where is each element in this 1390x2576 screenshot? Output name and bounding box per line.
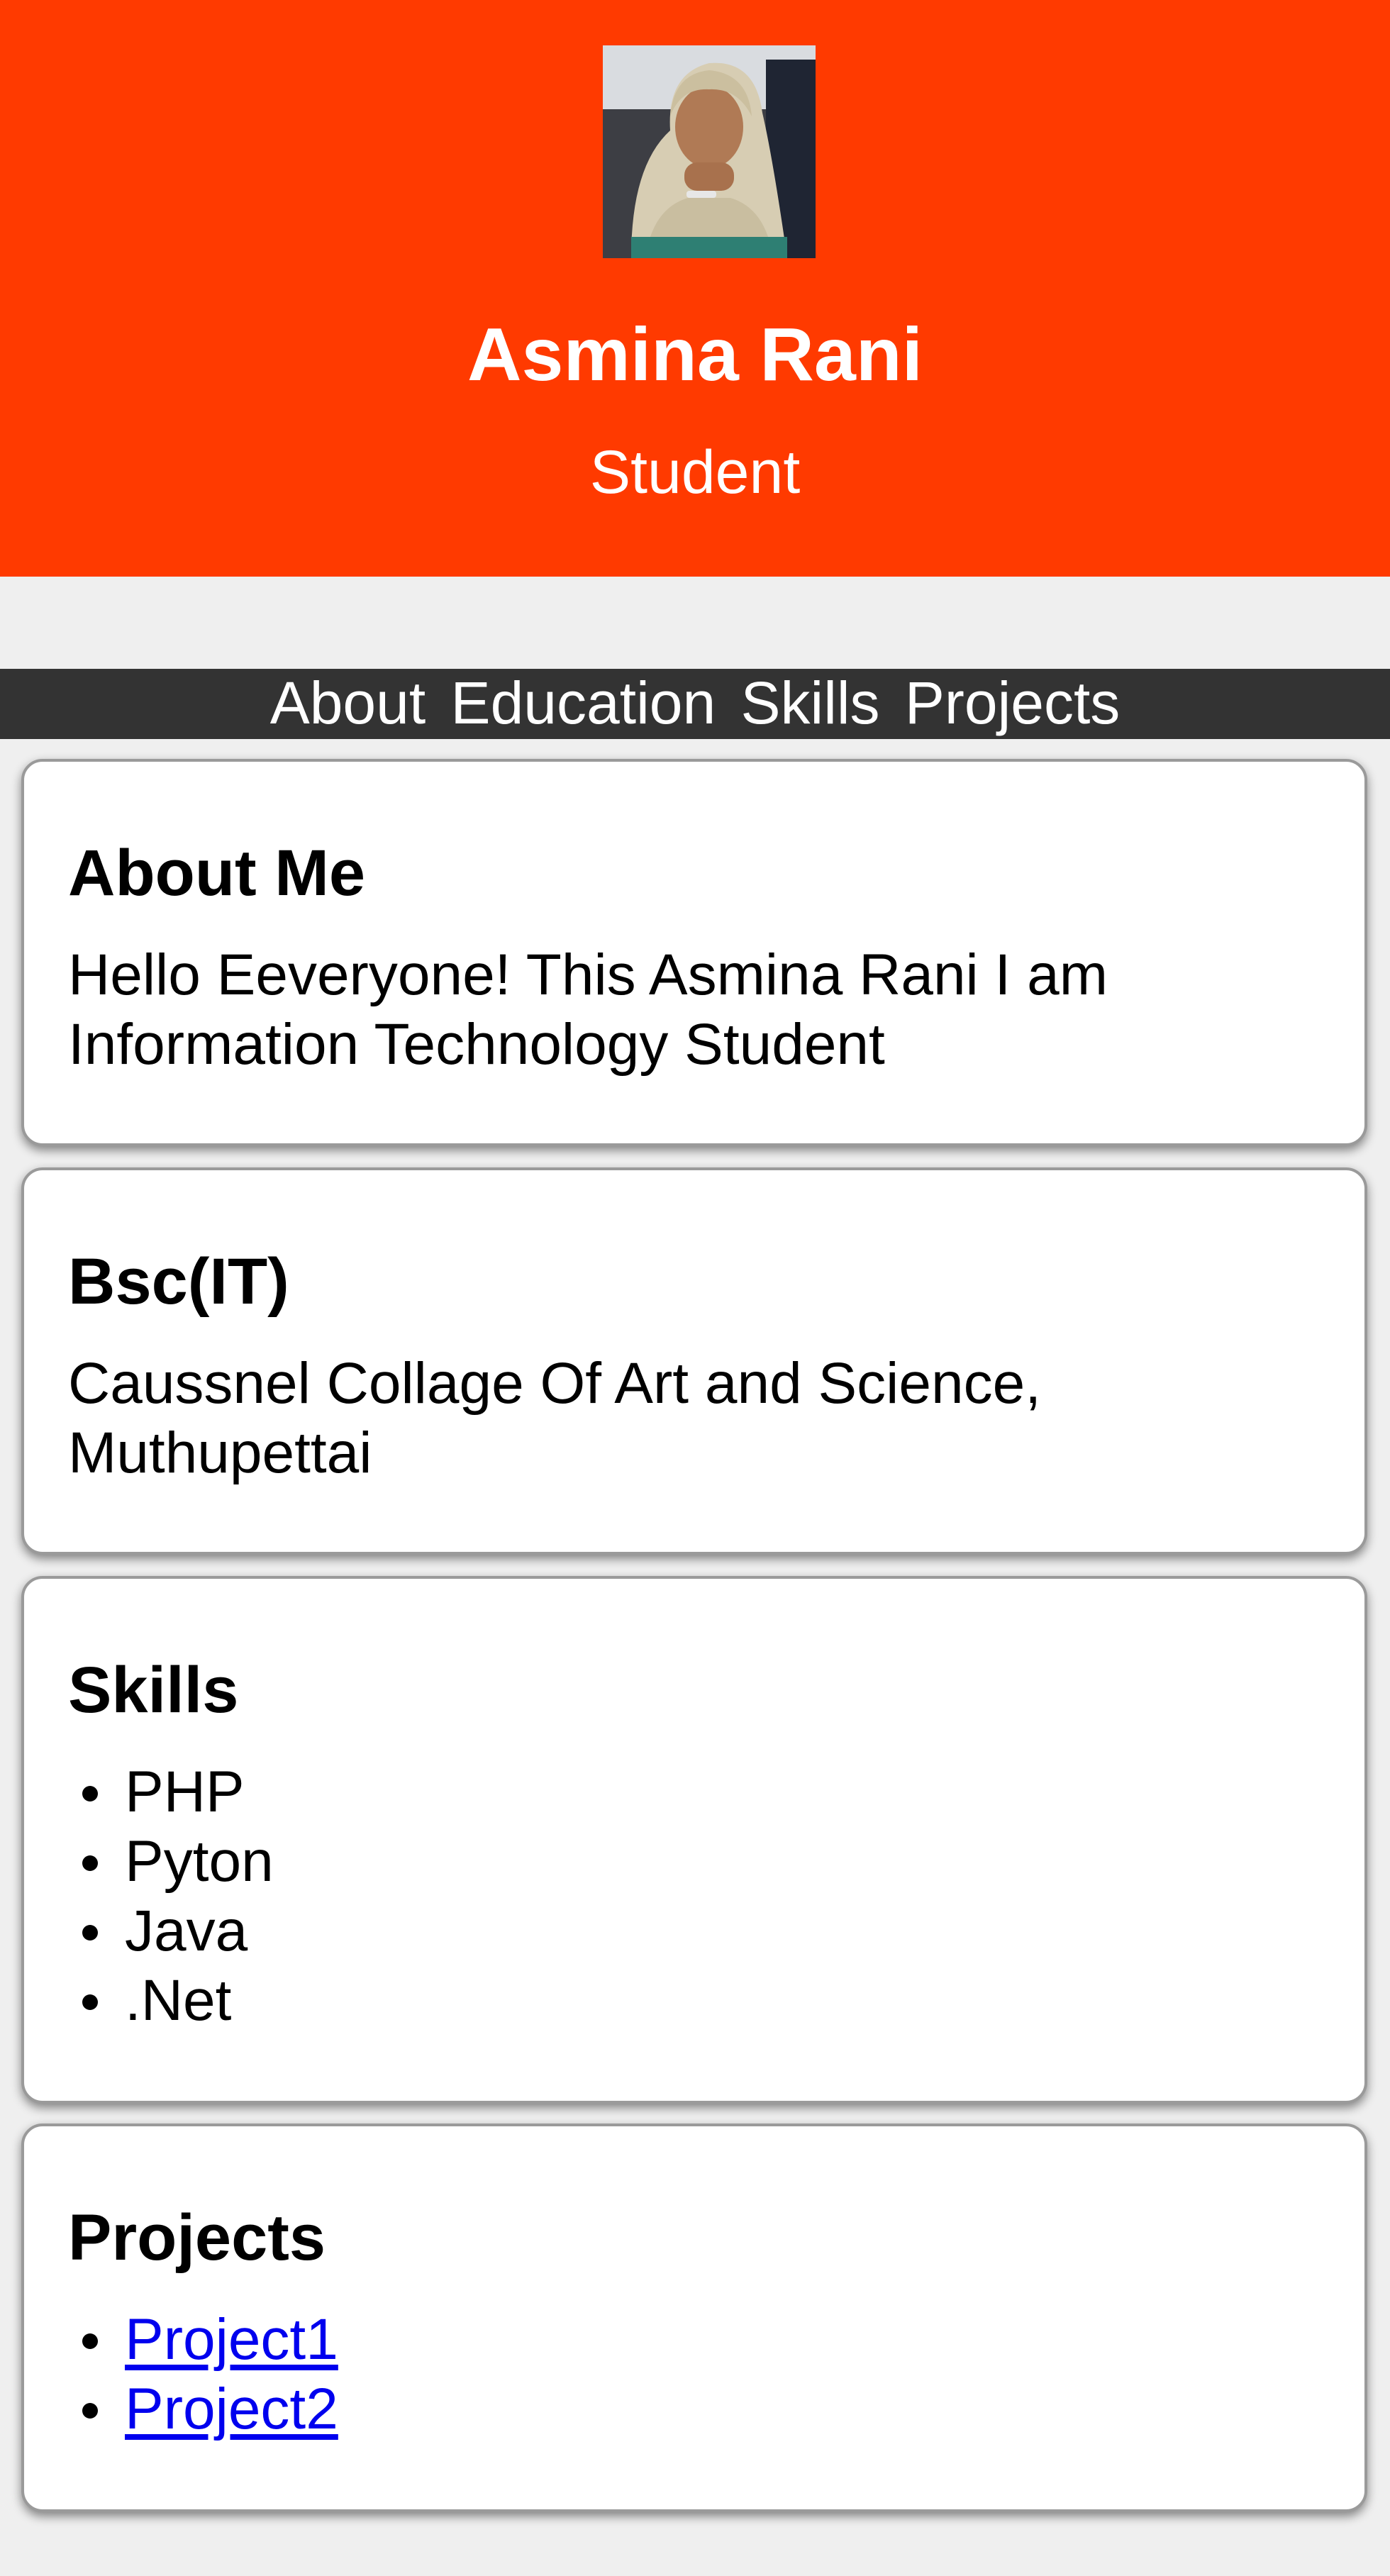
- nav-link-education[interactable]: Education: [451, 669, 716, 737]
- list-item: Pyton: [68, 1827, 274, 1897]
- skills-section: Skills PHP Pyton Java .Net: [21, 1576, 1367, 2104]
- skills-list: PHP Pyton Java .Net: [68, 1758, 274, 2036]
- profile-role: Student: [589, 438, 801, 506]
- projects-title: Projects: [68, 2202, 326, 2274]
- nav-link-projects[interactable]: Projects: [905, 669, 1120, 737]
- nav-link-skills[interactable]: Skills: [741, 669, 880, 737]
- list-item: Java: [68, 1897, 274, 1966]
- avatar-photo: [603, 45, 816, 258]
- projects-list: Project1 Project2: [68, 2305, 338, 2444]
- education-section: Bsc(IT) Caussnel Collage Of Art and Scie…: [21, 1167, 1367, 1555]
- about-section: About Me Hello Eeveryone! This Asmina Ra…: [21, 759, 1367, 1146]
- list-item: .Net: [68, 1966, 274, 2036]
- main-nav: About Education Skills Projects: [0, 669, 1390, 739]
- project-link-1[interactable]: Project1: [125, 2307, 338, 2372]
- profile-header: Asmina Rani Student: [0, 0, 1390, 577]
- education-title: Bsc(IT): [68, 1245, 289, 1318]
- skills-title: Skills: [68, 1654, 239, 1726]
- projects-section: Projects Project1 Project2: [21, 2123, 1367, 2512]
- list-item: PHP: [68, 1758, 274, 1827]
- profile-name: Asmina Rani: [467, 313, 923, 396]
- avatar: [603, 45, 816, 258]
- list-item: Project1: [68, 2305, 338, 2375]
- project-link-2[interactable]: Project2: [125, 2377, 338, 2441]
- list-item: Project2: [68, 2375, 338, 2444]
- about-title: About Me: [68, 837, 366, 909]
- education-text: Caussnel Collage Of Art and Science, Mut…: [68, 1351, 1041, 1485]
- about-text: Hello Eeveryone! This Asmina Rani I am I…: [68, 943, 1108, 1077]
- nav-link-about[interactable]: About: [270, 669, 426, 737]
